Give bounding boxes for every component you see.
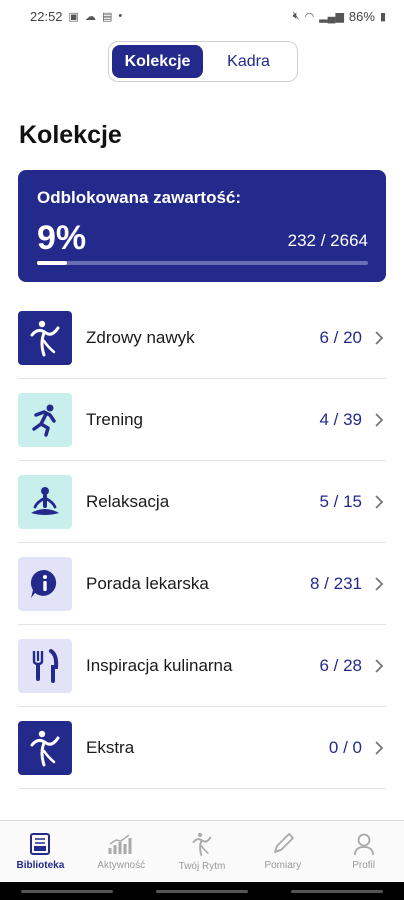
progress-fill	[37, 261, 67, 265]
gesture-handle[interactable]	[21, 889, 114, 893]
info-bubble-icon	[30, 569, 57, 598]
collection-row-porada-lekarska[interactable]: Porada lekarska 8 / 231	[18, 543, 386, 625]
tab-kolekcje[interactable]: Kolekcje	[112, 45, 203, 78]
unlocked-content-card: Odblokowana zawartość: 9% 232 / 2664	[18, 170, 386, 282]
nav-twoj-rytm[interactable]: Twój Rytm	[162, 821, 243, 882]
unlocked-content-label: Odblokowana zawartość:	[37, 188, 242, 207]
gesture-handle[interactable]	[290, 889, 383, 893]
chevron-right-icon	[372, 330, 386, 346]
collection-thumb	[18, 474, 72, 529]
collection-label: Ekstra	[86, 737, 135, 757]
pen-icon	[273, 833, 294, 853]
collections-list: Zdrowy nawyk 6 / 20 Trening 4 / 39 Relak…	[0, 297, 404, 789]
nav-label: Pomiary	[264, 860, 302, 871]
chevron-right-icon	[372, 494, 386, 510]
library-icon	[30, 833, 51, 855]
signal-icon: ▂▄▆	[319, 10, 344, 23]
progress-track	[37, 261, 368, 265]
image-notification-icon: ▣	[68, 10, 79, 23]
collection-count: 8 / 231	[310, 573, 362, 593]
collection-row-relaksacja[interactable]: Relaksacja 5 / 15	[18, 461, 386, 543]
collection-thumb	[18, 638, 72, 693]
battery-percent: 86%	[348, 8, 375, 24]
wifi-icon: ◠	[304, 10, 315, 23]
nav-profil[interactable]: Profil	[323, 821, 404, 882]
collection-label: Inspiracja kulinarna	[86, 655, 233, 675]
nav-label: Profil	[352, 860, 375, 871]
dancer-logo-icon	[30, 730, 60, 766]
collection-thumb	[18, 310, 72, 365]
collection-label: Porada lekarska	[86, 573, 209, 593]
fork-knife-icon	[32, 648, 59, 683]
gesture-handle[interactable]	[155, 889, 248, 893]
nav-label: Twój Rytm	[178, 861, 226, 872]
unlocked-percent: 9%	[37, 219, 87, 257]
system-gesture-bar	[0, 882, 404, 900]
collection-row-inspiracja-kulinarna[interactable]: Inspiracja kulinarna 6 / 28	[18, 625, 386, 707]
chevron-right-icon	[372, 658, 386, 674]
bottom-navigation: Biblioteka Aktywność Twój Rytm Pomiary P…	[0, 820, 404, 882]
nav-label: Biblioteka	[16, 860, 65, 871]
collection-count: 5 / 15	[319, 491, 362, 511]
collection-count: 6 / 20	[319, 327, 362, 347]
collection-thumb	[18, 720, 72, 775]
collection-count: 0 / 0	[328, 737, 362, 757]
collection-count: 4 / 39	[319, 409, 362, 429]
dancer-logo-icon	[30, 320, 60, 356]
collection-thumb	[18, 556, 72, 611]
rhythm-figure-icon	[192, 832, 212, 856]
nav-aktywnosc[interactable]: Aktywność	[81, 821, 162, 882]
collection-staff-toggle: Kolekcje Kadra	[108, 41, 298, 82]
chevron-right-icon	[372, 412, 386, 428]
calendar-notification-icon: ▤	[101, 10, 113, 23]
runner-icon	[32, 404, 56, 437]
collection-row-trening[interactable]: Trening 4 / 39	[18, 379, 386, 461]
tab-kadra[interactable]: Kadra	[203, 45, 294, 78]
page-title: Kolekcje	[19, 121, 122, 149]
battery-icon: ▮	[379, 10, 386, 23]
collection-label: Zdrowy nawyk	[86, 327, 195, 347]
collection-thumb	[18, 392, 72, 447]
status-bar: 22:52 ▣ ☁ ▤ • 🔇︎ ◠ ▂▄▆ 86% ▮	[0, 0, 404, 32]
unlocked-count: 232 / 2664	[287, 231, 368, 250]
dot-icon: •	[118, 10, 123, 22]
status-time: 22:52	[30, 8, 63, 24]
nav-biblioteka[interactable]: Biblioteka	[0, 821, 81, 882]
collection-row-zdrowy-nawyk[interactable]: Zdrowy nawyk 6 / 20	[18, 297, 386, 379]
mute-icon: 🔇︎	[292, 9, 300, 22]
meditation-icon	[31, 486, 59, 515]
collection-label: Trening	[86, 409, 144, 429]
collection-count: 6 / 28	[319, 655, 362, 675]
profile-icon	[353, 833, 374, 856]
collection-row-ekstra[interactable]: Ekstra 0 / 0	[18, 707, 386, 789]
nav-label: Aktywność	[97, 860, 146, 871]
cloud-notification-icon: ☁	[84, 10, 96, 23]
collection-label: Relaksacja	[86, 491, 170, 511]
chevron-right-icon	[372, 576, 386, 592]
chevron-right-icon	[372, 740, 386, 756]
activity-chart-icon	[108, 834, 132, 854]
nav-pomiary[interactable]: Pomiary	[242, 821, 323, 882]
